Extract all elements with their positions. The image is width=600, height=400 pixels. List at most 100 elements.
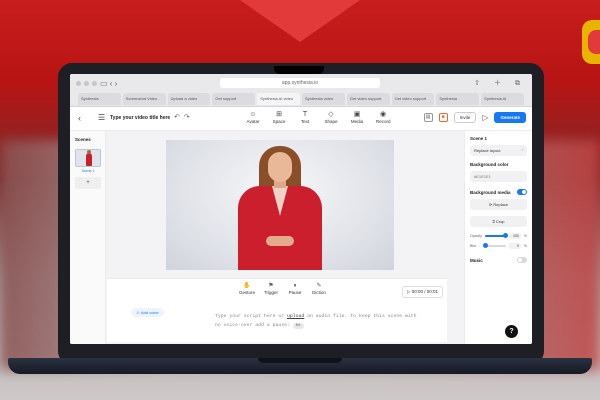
preview-play-icon[interactable]: ▷ [482,113,488,122]
blur-row: Blur 0% [470,243,527,249]
browser-tab[interactable]: Get video support [346,93,390,105]
opacity-knob[interactable] [503,233,509,238]
opacity-unit: % [523,234,527,238]
browser-tabs: Synthesia Screenshot Video Upload a video G… [78,93,524,105]
properties-panel: Scene 1 Replace layout › Background color… [464,131,532,344]
invite-button[interactable]: Invite [453,112,477,123]
editor-toolbar: ‹ ☰ Type your video title here ↶↷ ☺ Avata… [70,107,532,131]
script-tool-label: Trigger [263,290,279,295]
browser-tab[interactable]: Synthesia AI [481,93,524,105]
script-tool-diction[interactable]: ✎ Diction [311,282,327,295]
tool-space[interactable]: ⊞ Space [272,110,286,124]
upload-link[interactable]: upload [287,314,304,319]
script-input[interactable]: Type your script here or upload an audio… [215,312,425,330]
playback-timer[interactable]: ▷ 00:00 / 00:01 [402,286,443,298]
laptop-base [8,358,592,374]
canvas-area: ✋ Gesture ⚑ Trigger ⏸ Pause ✎ Diction ▷ 00:00 /… [106,131,464,344]
tool-label: Avatar [246,119,260,124]
browser-chrome: ▭ ‹ › app.synthesia.io ⇧ ＋ ⧉ Synthesia Sc… [70,74,532,107]
scene-thumbnail[interactable] [75,149,101,167]
browser-action-icons[interactable]: ⇧ ＋ ⧉ [474,78,526,88]
browser-nav-icons[interactable]: ▭ ‹ › [100,79,117,88]
browser-tab[interactable]: Synthesia [436,93,480,105]
undo-redo-icons[interactable]: ↶↷ [174,113,194,121]
tool-label: Space [272,119,286,124]
browser-tab[interactable]: Upload a video [167,93,211,105]
scenes-panel: Scenes Scene 1 + [70,131,106,344]
background-chevron [240,0,360,42]
script-tool-label: Gesture [239,290,256,295]
crop-button[interactable]: ⌗ Crop [470,216,527,227]
bg-media-title: Background media [470,189,511,195]
blur-unit: % [523,244,527,248]
bg-media-toggle[interactable] [517,189,527,195]
add-scene-button[interactable]: + [75,177,101,189]
background-badge [582,20,600,64]
address-bar[interactable]: app.synthesia.io [220,78,380,88]
script-tool-gesture[interactable]: ✋ Gesture [239,282,255,295]
script-tool-label: Diction [312,290,326,295]
space-icon: ⊞ [276,111,282,118]
avatar-thumbnail [86,150,92,166]
crop-label: Crop [495,219,505,224]
bg-color-title: Background color [470,162,509,167]
blur-knob[interactable] [482,243,488,248]
tool-record[interactable]: ◉ Record [376,110,391,124]
tool-text[interactable]: T Text [298,110,312,124]
browser-tab[interactable]: Get support [212,93,256,105]
gesture-icon: ✋ [243,283,251,289]
replace-layout-label: Replace layout [474,148,501,153]
scenes-title: Scenes [75,137,91,142]
tool-avatar[interactable]: ☺ Avatar [246,110,260,124]
browser-tab[interactable]: Synthesia [78,93,121,105]
video-canvas[interactable] [166,140,394,270]
add-voice-button[interactable]: ☺ Add voice [131,308,164,317]
script-tools: ✋ Gesture ⚑ Trigger ⏸ Pause ✎ Diction [239,282,327,295]
avatar-face [268,152,292,182]
tool-label: Shape [324,119,338,124]
replace-layout-dropdown[interactable]: Replace layout › [470,145,527,156]
text-icon: T [302,111,308,118]
captions-icon[interactable]: ▤ [423,113,433,122]
script-tool-pause[interactable]: ⏸ Pause [287,282,303,295]
window-controls[interactable] [76,81,97,86]
app-screen: ▭ ‹ › app.synthesia.io ⇧ ＋ ⧉ Synthesia Sc… [70,74,532,344]
script-panel: ✋ Gesture ⚑ Trigger ⏸ Pause ✎ Diction ▷ 00:00 /… [107,278,447,342]
media-icon: ▣ [353,111,361,118]
replace-button[interactable]: ⟳ Replace [470,199,527,210]
music-toggle[interactable] [517,257,527,263]
layers-icon[interactable]: ■ [438,113,448,122]
generate-button[interactable]: Generate [494,112,526,123]
pause-chip[interactable]: 0s [292,323,304,329]
blur-slider[interactable] [482,243,506,248]
menu-icon[interactable]: ☰ [98,113,105,122]
opacity-slider[interactable] [485,233,509,238]
browser-tab[interactable]: Screenshot Video [122,93,166,105]
timer-text: 00:00 / 00:01 [411,289,438,294]
bg-media-row: Background media [470,189,527,195]
help-button[interactable]: ? [505,325,518,338]
browser-tab[interactable]: Synthesia AI video [257,93,300,105]
video-title-input[interactable]: Type your video title here [110,115,170,121]
tool-media[interactable]: ▣ Media [350,110,364,124]
tool-shape[interactable]: ◇ Shape [324,110,338,124]
scene-title: Scene 1 [470,136,488,141]
opacity-value[interactable]: 100 [508,233,521,239]
opacity-label: Opacity [470,234,482,238]
avatar-icon: ☺ [249,111,257,118]
music-row: Music [470,257,527,263]
opacity-row: Opacity 100% [470,233,527,239]
bg-color-input[interactable]: #E1E1E1 [470,171,527,182]
add-voice-label: Add voice [140,310,159,315]
music-title: Music [470,257,483,263]
trigger-icon: ⚑ [268,283,274,289]
browser-tab[interactable]: Get video support [391,93,435,105]
blur-value[interactable]: 0 [508,243,521,249]
tool-label: Record [376,119,391,124]
tool-label: Media [350,119,364,124]
replace-label: Replace [493,202,509,207]
script-tool-trigger[interactable]: ⚑ Trigger [263,282,279,295]
back-icon[interactable]: ‹ [78,113,81,123]
scene-label[interactable]: Scene 1 [75,169,101,173]
browser-tab[interactable]: Synthesia video [301,93,345,105]
